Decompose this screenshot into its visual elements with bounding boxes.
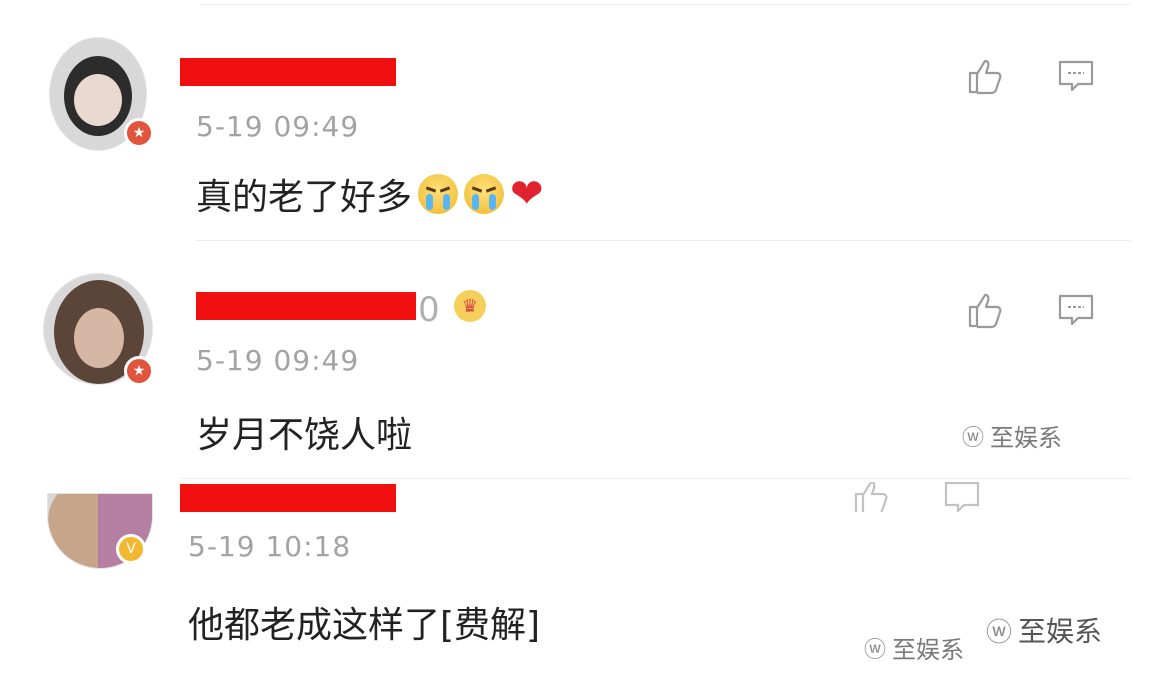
like-button[interactable] xyxy=(964,288,1008,332)
comment-text: 岁月不饶人啦 xyxy=(196,406,412,458)
v-verified-icon: V xyxy=(116,534,146,564)
reply-button[interactable] xyxy=(1054,288,1098,332)
comment-item: V 5-19 10:18 他都老成这样了[费解] ⓦ 至娱系 ⓦ 至娱系 xyxy=(0,478,1154,678)
comment-bubble-icon xyxy=(1058,60,1094,92)
watermark: ⓦ 至娱系 xyxy=(864,630,964,665)
thumbs-up-icon xyxy=(968,59,1002,95)
watermark: ⓦ 至娱系 xyxy=(962,418,1062,453)
watermark-label: 至娱系 xyxy=(990,424,1063,452)
comment-body: 他都老成这样了[费解] xyxy=(188,605,541,646)
wechat-icon: ⓦ xyxy=(962,425,985,451)
thumbs-up-icon xyxy=(968,293,1002,329)
wechat-icon: ⓦ xyxy=(864,637,887,663)
watermark: ⓦ 至娱系 xyxy=(986,610,1102,650)
comment-item: ★ 0 ♛ 5-19 09:49 岁月不饶人啦 ⓦ 至娱系 xyxy=(0,240,1154,478)
weibo-vip-icon: ★ xyxy=(124,118,154,148)
crying-face-icon xyxy=(418,174,459,214)
like-button[interactable] xyxy=(850,482,894,512)
like-button[interactable] xyxy=(964,54,1008,98)
crown-icon: ♛ xyxy=(454,290,486,322)
username-redacted xyxy=(196,292,416,320)
comment-timestamp: 5-19 09:49 xyxy=(196,344,360,377)
comment-text: 他都老成这样了[费解] xyxy=(188,596,540,648)
comment-bubble-icon xyxy=(1058,294,1094,326)
weibo-vip-icon: ★ xyxy=(124,356,154,386)
wechat-icon: ⓦ xyxy=(986,617,1013,648)
username-redacted xyxy=(180,484,396,512)
username-redacted xyxy=(180,58,396,86)
watermark-label: 至娱系 xyxy=(1018,615,1103,648)
watermark-label: 至娱系 xyxy=(892,636,965,664)
red-heart-icon: ❤ xyxy=(510,171,544,217)
reply-button[interactable] xyxy=(940,482,984,512)
username-suffix: 0 xyxy=(418,290,440,330)
comment-timestamp: 5-19 09:49 xyxy=(196,110,360,143)
comment-item: ★ 5-19 09:49 真的老了好多 ❤ xyxy=(0,0,1154,240)
reply-button[interactable] xyxy=(1054,54,1098,98)
comment-body: 岁月不饶人啦 xyxy=(196,415,413,456)
comment-body: 真的老了好多 xyxy=(196,177,413,218)
crying-face-icon xyxy=(464,174,505,214)
comment-timestamp: 5-19 10:18 xyxy=(188,530,352,563)
comment-bubble-icon xyxy=(944,482,980,512)
thumbs-up-icon xyxy=(854,482,888,512)
comment-text: 真的老了好多 ❤ xyxy=(196,168,544,220)
